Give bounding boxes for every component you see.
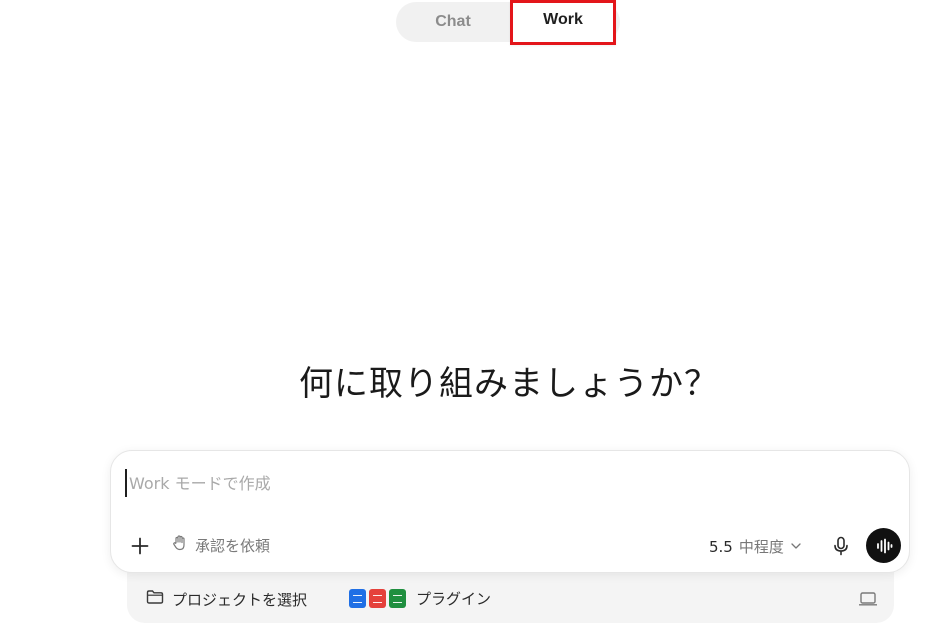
project-select-label: プロジェクトを選択 (172, 590, 308, 609)
folder-icon (146, 589, 164, 609)
sheet-icon (389, 588, 406, 608)
hand-icon (171, 534, 189, 556)
plugin-icons (349, 588, 406, 608)
plugins-button[interactable]: プラグイン (349, 586, 491, 610)
model-select[interactable]: 5.5 中程度 (709, 536, 802, 557)
model-version: 5.5 (709, 537, 733, 556)
microphone-icon[interactable] (829, 534, 853, 558)
composer: 承認を依頼 5.5 中程度 (110, 450, 910, 573)
chevron-down-icon (790, 538, 802, 556)
tab-work[interactable]: Work (510, 0, 616, 45)
doc-icon (349, 588, 366, 608)
plugins-label: プラグイン (416, 589, 492, 608)
voice-waveform-icon[interactable] (866, 528, 901, 563)
pdf-icon (369, 588, 386, 608)
mode-toggle: Chat Work (396, 0, 620, 45)
model-level: 中程度 (738, 538, 784, 556)
composer-input[interactable] (125, 469, 885, 497)
plus-icon[interactable] (129, 535, 151, 557)
request-approval-label: 承認を依頼 (195, 536, 271, 555)
tab-chat[interactable]: Chat (396, 2, 510, 42)
page-heading: 何に取り組みましょうか？ (299, 364, 719, 404)
project-select-button[interactable]: プロジェクトを選択 (146, 587, 307, 611)
laptop-icon[interactable] (858, 591, 878, 611)
request-approval-button[interactable]: 承認を依頼 (171, 534, 270, 556)
